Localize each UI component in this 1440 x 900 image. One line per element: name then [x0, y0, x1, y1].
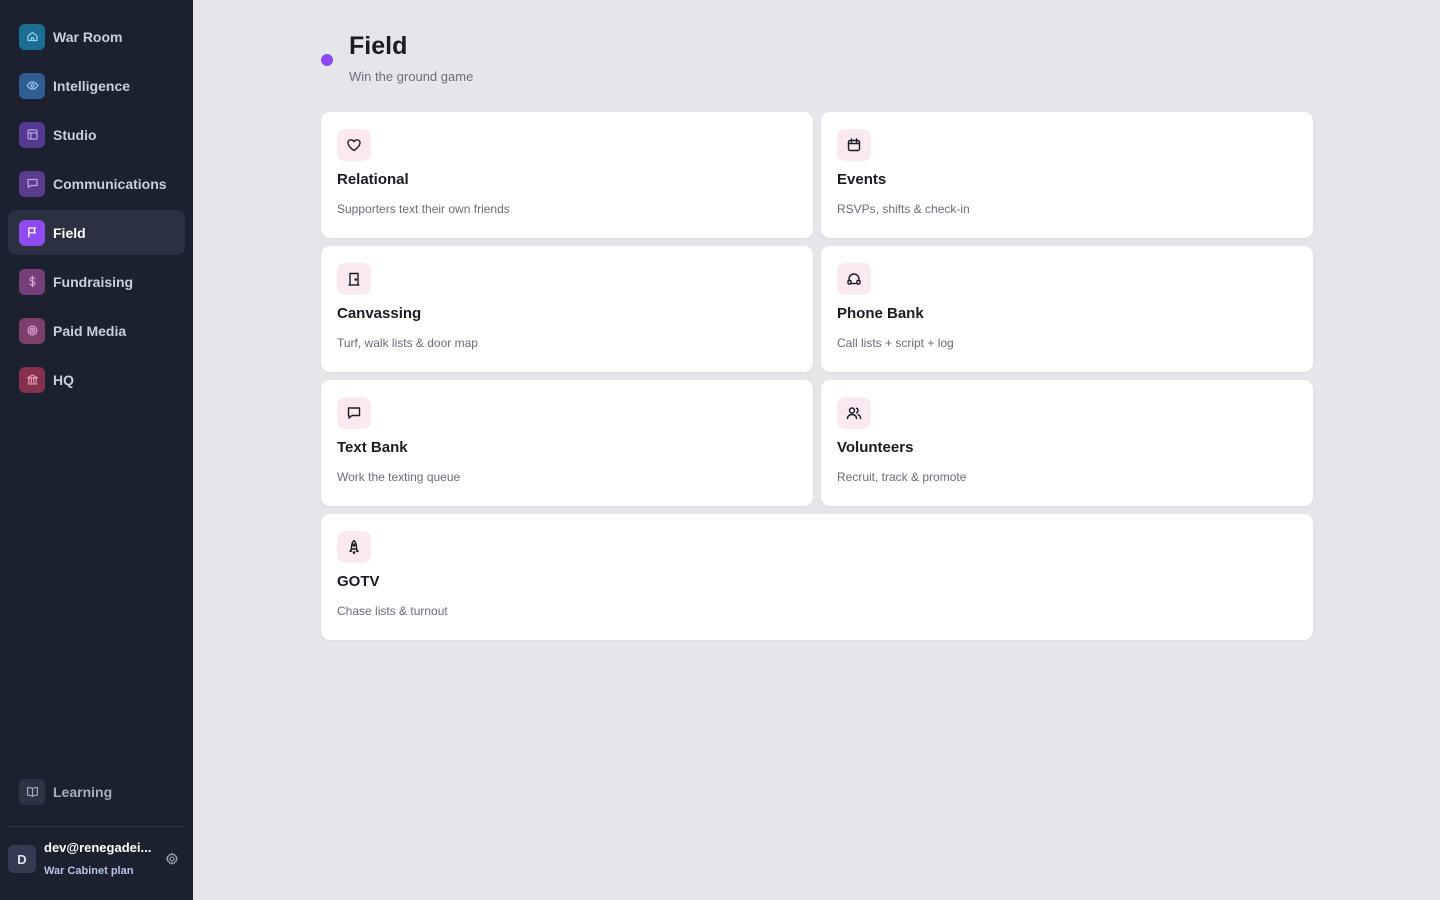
card-description: Turf, walk lists & door map: [337, 336, 478, 350]
sidebar-item-label: Paid Media: [53, 322, 127, 339]
card-title: Canvassing: [337, 305, 422, 322]
card-canvassing[interactable]: Canvassing Turf, walk lists & door map: [321, 246, 813, 372]
sidebar-item-label: Studio: [53, 126, 97, 143]
home-icon: [19, 23, 45, 50]
flag-icon: [19, 219, 45, 246]
card-title: Events: [837, 171, 887, 188]
card-description: Recruit, track & promote: [837, 470, 967, 484]
card-title: Text Bank: [337, 439, 408, 456]
user-profile[interactable]: D dev@renegadei... War Cabinet plan: [8, 840, 185, 880]
card-title: Volunteers: [837, 439, 914, 456]
card-description: RSVPs, shifts & check-in: [837, 202, 970, 216]
sidebar-item-fundraising[interactable]: Fundraising: [8, 259, 185, 304]
building-icon: [19, 366, 45, 393]
page-subtitle: Win the ground game: [349, 69, 474, 84]
sidebar-item-label: Field: [53, 224, 86, 241]
card-events[interactable]: Events RSVPs, shifts & check-in: [821, 112, 1313, 238]
sidebar: War Room Intelligence Studio Communicati…: [0, 0, 193, 900]
calendar-icon: [837, 129, 871, 161]
card-volunteers[interactable]: Volunteers Recruit, track & promote: [821, 380, 1313, 506]
dollar-icon: [19, 268, 45, 295]
sidebar-item-label: Learning: [53, 783, 113, 800]
sidebar-item-hq[interactable]: HQ: [8, 357, 185, 402]
card-text-bank[interactable]: Text Bank Work the texting queue: [321, 380, 813, 506]
sidebar-item-war-room[interactable]: War Room: [8, 14, 185, 59]
card-gotv[interactable]: GOTV Chase lists & turnout: [321, 514, 1313, 640]
tool-grid: Relational Supporters text their own fri…: [321, 112, 1313, 640]
learning-section: Learning: [8, 769, 185, 818]
sidebar-item-label: Communications: [53, 175, 167, 192]
users-icon: [837, 397, 871, 429]
sidebar-item-label: HQ: [53, 371, 74, 388]
sidebar-item-field[interactable]: Field: [8, 210, 185, 255]
sidebar-item-communications[interactable]: Communications: [8, 161, 185, 206]
sidebar-item-paid-media[interactable]: Paid Media: [8, 308, 185, 353]
headset-icon: [837, 263, 871, 295]
section-accent-dot: [321, 54, 333, 66]
chat-icon: [337, 397, 371, 429]
page-title: Field: [349, 32, 408, 60]
card-description: Work the texting queue: [337, 470, 461, 484]
sidebar-divider: [8, 826, 185, 827]
card-title: Relational: [337, 171, 409, 188]
message-icon: [19, 170, 45, 197]
card-title: Phone Bank: [837, 305, 924, 322]
card-description: Chase lists & turnout: [337, 604, 448, 618]
user-plan: War Cabinet plan: [44, 865, 134, 877]
sidebar-nav: War Room Intelligence Studio Communicati…: [8, 14, 185, 406]
eye-icon: [19, 72, 45, 99]
card-title: GOTV: [337, 573, 380, 590]
card-relational[interactable]: Relational Supporters text their own fri…: [321, 112, 813, 238]
sidebar-item-label: Intelligence: [53, 77, 131, 94]
card-description: Supporters text their own friends: [337, 202, 510, 216]
card-description: Call lists + script + log: [837, 336, 954, 350]
gear-icon[interactable]: [165, 852, 179, 866]
sidebar-item-learning[interactable]: Learning: [8, 769, 185, 814]
card-phone-bank[interactable]: Phone Bank Call lists + script + log: [821, 246, 1313, 372]
heart-icon: [337, 129, 371, 161]
layout-icon: [19, 121, 45, 148]
sidebar-item-label: War Room: [53, 28, 123, 45]
target-icon: [19, 317, 45, 344]
user-email: dev@renegadei...: [44, 840, 152, 855]
rocket-icon: [337, 531, 371, 563]
book-icon: [19, 778, 45, 805]
avatar: D: [8, 845, 36, 873]
sidebar-item-label: Fundraising: [53, 273, 134, 290]
sidebar-item-studio[interactable]: Studio: [8, 112, 185, 157]
sidebar-item-intelligence[interactable]: Intelligence: [8, 63, 185, 108]
door-icon: [337, 263, 371, 295]
